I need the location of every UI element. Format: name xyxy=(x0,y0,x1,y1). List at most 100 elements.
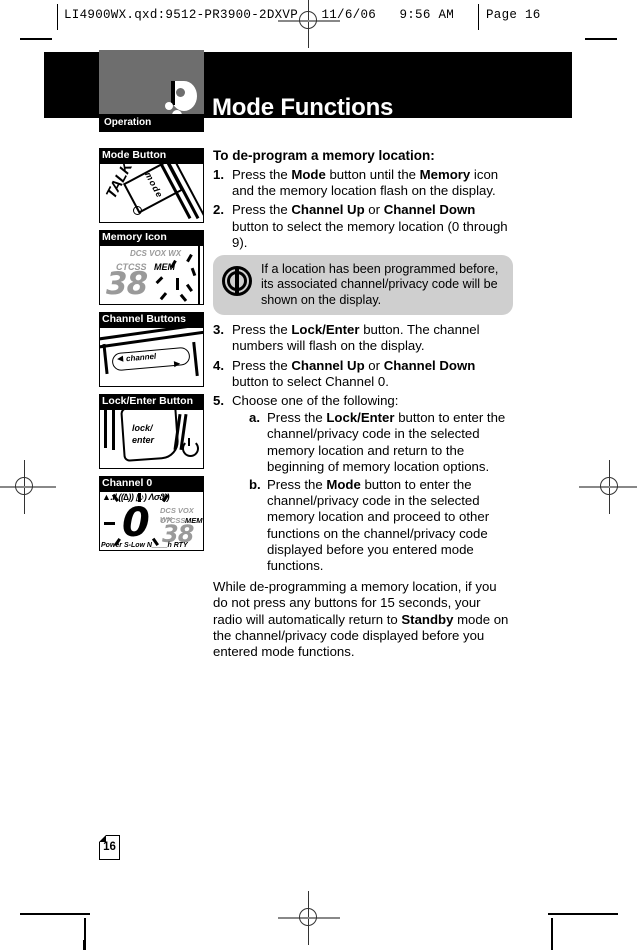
slug-rule-middle xyxy=(478,4,479,30)
emphasis-text: Channel Down xyxy=(383,202,476,218)
figure-caption: Channel 0 xyxy=(99,476,204,492)
sub-step-text: Press the Lock/Enter button to enter the… xyxy=(267,410,505,474)
note-power-icon xyxy=(222,266,252,297)
emphasis-text: Channel Down xyxy=(383,357,476,373)
figure-image-lock-enter-button: lock/ enter xyxy=(99,410,204,469)
lock-label-line2: enter xyxy=(132,435,155,445)
figure-caption: Lock/Enter Button xyxy=(99,394,204,410)
crop-mark-bottom-right-h xyxy=(548,913,618,915)
step-text: Press the Lock/Enter button. The channel… xyxy=(232,322,480,353)
step-item: 3. Press the Lock/Enter button. The chann… xyxy=(213,322,513,354)
figure-image-channel-0: ▲.ıl ((∆)) ▯♪) Λσϑ)) 0 DCS VOX WX CTCSS … xyxy=(99,492,204,551)
sub-steps-list: a. Press the Lock/Enter button to enter t… xyxy=(232,410,513,574)
section-tab-label: Operation xyxy=(104,117,152,128)
emphasis-text: Lock/Enter xyxy=(291,322,360,338)
step-item: 1. Press the Mode button until the Memory… xyxy=(213,167,513,199)
body-text: Press the xyxy=(267,477,327,493)
page-title: Mode Functions xyxy=(212,94,394,121)
channel-up-arrow-icon: ▶ xyxy=(173,358,181,369)
flash-mark xyxy=(176,278,179,290)
lcd-border xyxy=(198,246,200,304)
page-number-badge: 16 xyxy=(99,835,120,860)
figure-image-channel-buttons: ◀ channel ▶ xyxy=(99,328,204,387)
note-callout: If a location has been programmed before… xyxy=(213,255,513,316)
emphasis-text: Standby xyxy=(401,611,454,627)
slug-rule-left xyxy=(57,4,58,30)
sub-step-item: a. Press the Lock/Enter button to enter t… xyxy=(249,410,513,475)
emphasis-text: Mode xyxy=(326,477,361,493)
crop-mark-bottom-left-v2 xyxy=(84,918,86,950)
body-text: button until the xyxy=(325,167,420,182)
channel-down-arrow-icon: ◀ xyxy=(116,353,124,364)
sub-step-item: b. Press the Mode button to enter the cha… xyxy=(249,477,513,574)
emphasis-text: Mode xyxy=(291,167,326,182)
crop-mark-bottom-left-h xyxy=(20,913,90,915)
step-number: 4. xyxy=(213,357,224,373)
outro-paragraph: While de-programming a memory location, … xyxy=(213,579,513,660)
body-text: Press the xyxy=(232,322,292,338)
lcd-row1: DCS VOX WX xyxy=(130,249,182,258)
speaker-hole-icon xyxy=(133,206,142,215)
body-text: Press the xyxy=(232,202,292,218)
registration-mark-bottom xyxy=(278,891,340,945)
crop-mark-top-right-h xyxy=(585,38,617,40)
figure-caption: Channel Buttons xyxy=(99,312,204,328)
step-text: Press the Channel Up or Channel Down but… xyxy=(232,202,508,249)
step-text: Press the Mode button until the Memory i… xyxy=(232,167,498,198)
body-text: or xyxy=(364,357,384,373)
figure-channel-buttons: Channel Buttons ◀ channel ▶ xyxy=(99,312,204,387)
sub-step-text: Press the Mode button to enter the chann… xyxy=(267,477,489,573)
lock-label-line1: lock/ xyxy=(132,423,153,433)
sub-step-letter: b. xyxy=(249,477,261,493)
flash-mark xyxy=(185,284,193,292)
registration-mark-left xyxy=(0,460,56,514)
power-icon xyxy=(182,438,199,457)
flash-mark xyxy=(159,292,167,300)
lcd-channel-digit: 0 xyxy=(122,500,150,546)
sub-step-letter: a. xyxy=(249,410,260,426)
slug-page-info: Page 16 xyxy=(486,8,541,22)
lcd-display: DCS VOX WX CTCSS MEM 38 xyxy=(100,246,203,304)
note-text: If a location has been programmed before… xyxy=(261,262,499,307)
body-text: Press the xyxy=(232,357,292,373)
step-text: Choose one of the following: xyxy=(232,393,398,408)
step-text: Press the Channel Up or Channel Down but… xyxy=(232,358,475,389)
figure-sidebar: Mode Button TALK mode Memory Icon DCS VO… xyxy=(99,148,204,558)
steps-list-secondary: 3. Press the Lock/Enter button. The chann… xyxy=(213,322,513,574)
page-number-value: 16 xyxy=(103,841,116,853)
flash-mark xyxy=(138,493,141,502)
body-text: Press the xyxy=(267,410,327,426)
body-text: Choose one of the following: xyxy=(232,393,399,409)
body-text: or xyxy=(364,202,384,218)
lcd-bottom-row: Power S-Low N____h RTY xyxy=(101,542,188,549)
steps-list-primary: 1. Press the Mode button until the Memory… xyxy=(213,167,513,251)
figure-caption: Memory Icon xyxy=(99,230,204,246)
step-number: 1. xyxy=(213,167,224,182)
emphasis-text: Lock/Enter xyxy=(326,410,395,426)
step-number: 2. xyxy=(213,202,224,218)
figure-image-memory-icon: DCS VOX WX CTCSS MEM 38 xyxy=(99,246,204,305)
emphasis-text: Channel Up xyxy=(291,357,365,373)
instructions-content: To de-program a memory location: 1. Press… xyxy=(213,147,513,673)
body-text: button to select Channel 0. xyxy=(232,373,389,389)
step-number: 3. xyxy=(213,322,224,338)
figure-mode-button: Mode Button TALK mode xyxy=(99,148,204,223)
figure-memory-icon: Memory Icon DCS VOX WX CTCSS MEM 38 xyxy=(99,230,204,305)
step-item: 5. Choose one of the following: a. Press th… xyxy=(213,393,513,574)
step-item: 2. Press the Channel Up or Channel Down b… xyxy=(213,202,513,251)
registration-mark-right xyxy=(579,460,637,514)
lcd-digits: 38 xyxy=(106,266,148,302)
flash-mark xyxy=(186,253,193,263)
section-tab: Operation xyxy=(99,114,204,132)
emphasis-text: Memory xyxy=(419,167,471,182)
crop-mark-top-left-h xyxy=(20,38,52,40)
figure-image-mode-button: TALK mode xyxy=(99,164,204,223)
step-number: 5. xyxy=(213,393,224,409)
figure-channel-0: Channel 0 ▲.ıl ((∆)) ▯♪) Λσϑ)) 0 DCS VOX… xyxy=(99,476,204,551)
flash-mark xyxy=(179,294,187,302)
step-item: 4. Press the Channel Up or Channel Down b… xyxy=(213,358,513,390)
flash-mark xyxy=(190,267,196,277)
figure-caption: Mode Button xyxy=(99,148,204,164)
section-heading: To de-program a memory location: xyxy=(213,148,435,163)
printer-slug: LI4900WX.qxd:9512-PR3900-2DXVP 11/6/06 9… xyxy=(0,4,637,30)
